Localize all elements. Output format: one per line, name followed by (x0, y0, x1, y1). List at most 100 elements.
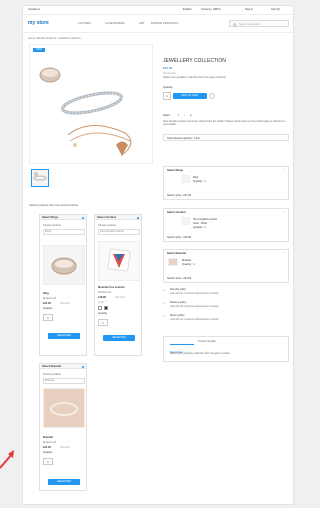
select-button[interactable]: SELECTED (103, 335, 135, 341)
info-icon[interactable] (82, 365, 84, 368)
quantity-label: Quantity (163, 86, 173, 89)
share-label: Share (163, 114, 170, 117)
product-select[interactable]: Bracelet (43, 378, 85, 384)
color-swatch-black[interactable] (104, 306, 108, 310)
policy-text: (edit with the Customer Reassurance modu… (170, 292, 219, 295)
search-input[interactable]: Search our catalog (229, 20, 289, 27)
quantity-stepper[interactable]: 1 (43, 458, 53, 465)
policy-text: (edit with the Customer Reassurance modu… (170, 305, 219, 308)
color-swatch-white[interactable] (98, 306, 102, 310)
bracelet-image (44, 389, 84, 427)
price-tax: (Tax incl.) (115, 296, 126, 299)
summary-qty: Quantity : 1 (182, 263, 195, 266)
product-select[interactable]: Hummingbird cushion (98, 229, 140, 235)
nav-link-art[interactable]: ART (139, 22, 144, 25)
summary-bracelet: Select Bracelet ^ Bracelet Quantity : 1 … (163, 249, 289, 283)
reassurance-block: ⚠ Security policy (edit with the Custome… (163, 288, 289, 327)
policy-text: (edit with the Customer Reassurance modu… (170, 318, 219, 321)
short-description: Select your jewellery collection from th… (163, 76, 226, 79)
nav-link-bundle-products[interactable]: BUNDLE PRODUCTS (151, 22, 178, 25)
wishlist-heart-icon[interactable]: ♡ (209, 93, 215, 99)
total-selected-bar: Total selected quantity : 3 pcs (163, 134, 289, 141)
summary-thumb (168, 258, 178, 266)
product-name: Mountain fox cushion (98, 286, 125, 289)
description-text: Select your jewellery collection from th… (170, 352, 231, 355)
product-attr: Product unit (43, 441, 57, 444)
product-image[interactable] (43, 245, 85, 285)
cart-link[interactable]: Cart (0) (271, 8, 280, 12)
section-title: Select Bracelet (42, 365, 62, 368)
product-attr: Product unit (43, 297, 57, 300)
breadcrumb[interactable]: Home / Bundle Products / Jewellery colle… (28, 37, 81, 41)
section-cushion: Select Cushion Choose product Hummingbir… (94, 214, 142, 356)
red-arrow-icon (0, 450, 14, 469)
section-header: Select Cushion (95, 215, 141, 220)
quantity-label: Quantity (98, 312, 108, 315)
top-bar: Contact us English Currency: GBP £ Sign … (23, 6, 293, 15)
summary-rings: Select Rings ^ Ring Quantity : 1 Section… (163, 166, 289, 200)
signin-link[interactable]: Sign in (245, 8, 253, 12)
color-label: Color (98, 301, 104, 304)
quantity-stepper[interactable]: 1 (98, 319, 108, 326)
product-title: JEWELLERY COLLECTION (163, 58, 226, 64)
facebook-icon[interactable]: f (178, 113, 179, 117)
currency-selector[interactable]: Currency: GBP £ (201, 8, 221, 12)
thumbnail-1[interactable] (31, 169, 49, 187)
info-icon[interactable] (82, 216, 84, 219)
return-icon: ⚠ (163, 314, 166, 318)
product-image[interactable] (98, 241, 140, 281)
main-nav: my store CLOTHES ACCESSORIES ART BUNDLE … (23, 15, 293, 33)
product-main-image[interactable]: NEW (29, 44, 153, 164)
select-button[interactable]: SELECTED (48, 333, 80, 339)
select-heading: Select products from the sections below (29, 203, 79, 207)
nav-link-accessories[interactable]: ACCESSORIES (105, 22, 125, 25)
shield-icon: ⚠ (163, 288, 166, 292)
quantity-stepper[interactable]: 1 (43, 314, 53, 321)
policy-return: ⚠ Return policy (edit with the Customer … (163, 314, 289, 327)
summary-title: Select Bracelet (167, 252, 187, 255)
product-image[interactable] (43, 388, 85, 428)
bundle-note: Note: Bundle products cannot be ordered … (163, 120, 286, 127)
jewellery-illustration (39, 67, 132, 157)
thumbnail-image (33, 172, 47, 181)
summary-thumb (182, 217, 190, 225)
truck-icon: ⚠ (163, 301, 166, 305)
section-header: Select Rings (40, 215, 86, 220)
collapse-icon[interactable]: ^ (284, 210, 285, 214)
summary-cushion: Select Cushion ^ Hummingbird cushion Col… (163, 208, 289, 242)
page: Contact us English Currency: GBP £ Sign … (22, 5, 294, 505)
choose-label: Choose product (98, 224, 116, 227)
store-logo[interactable]: my store (28, 20, 49, 26)
nav-link-clothes[interactable]: CLOTHES (78, 22, 91, 25)
policy-delivery: ⚠ Delivery policy (edit with the Custome… (163, 301, 289, 314)
info-icon[interactable] (137, 216, 139, 219)
collapse-icon[interactable]: ^ (284, 168, 285, 172)
product-name: Bracelet (43, 436, 54, 439)
price-tax: (Tax incl.) (60, 302, 71, 305)
select-button[interactable]: SELECTED (48, 479, 80, 485)
add-to-cart-button[interactable]: ADD TO CART (173, 93, 207, 99)
summary-title: Select Rings (167, 169, 184, 172)
summary-subtotal: Section price : £18.96 (167, 236, 192, 239)
search-placeholder: Search our catalog (239, 22, 260, 26)
summary-subtotal: Section price : £61.00 (167, 277, 192, 280)
choose-label: Choose product (43, 373, 61, 376)
ring-image (51, 257, 77, 275)
contact-link[interactable]: Contact us (28, 8, 40, 12)
twitter-icon[interactable]: t (184, 113, 185, 117)
tab-product-details[interactable]: Product Details (198, 340, 216, 343)
pinterest-icon[interactable]: p (190, 113, 192, 117)
summary-subtotal: Section price : £61.00 (167, 194, 192, 197)
summary-qty: Quantity : 1 (193, 226, 206, 229)
search-icon[interactable] (233, 22, 237, 27)
summary-title: Select Cushion (167, 211, 187, 214)
tab-description[interactable]: Description (170, 340, 194, 354)
section-header: Select Bracelet (40, 364, 86, 369)
language-selector[interactable]: English (183, 8, 192, 12)
price-tax: (Tax incl.) (60, 446, 71, 449)
section-rings: Select Rings Choose product Rings Ring P… (39, 214, 87, 356)
collapse-icon[interactable]: ^ (284, 251, 285, 255)
product-select[interactable]: Rings (43, 229, 85, 235)
product-attr: Product unit (98, 291, 112, 294)
quantity-input[interactable]: 1 (163, 92, 171, 100)
